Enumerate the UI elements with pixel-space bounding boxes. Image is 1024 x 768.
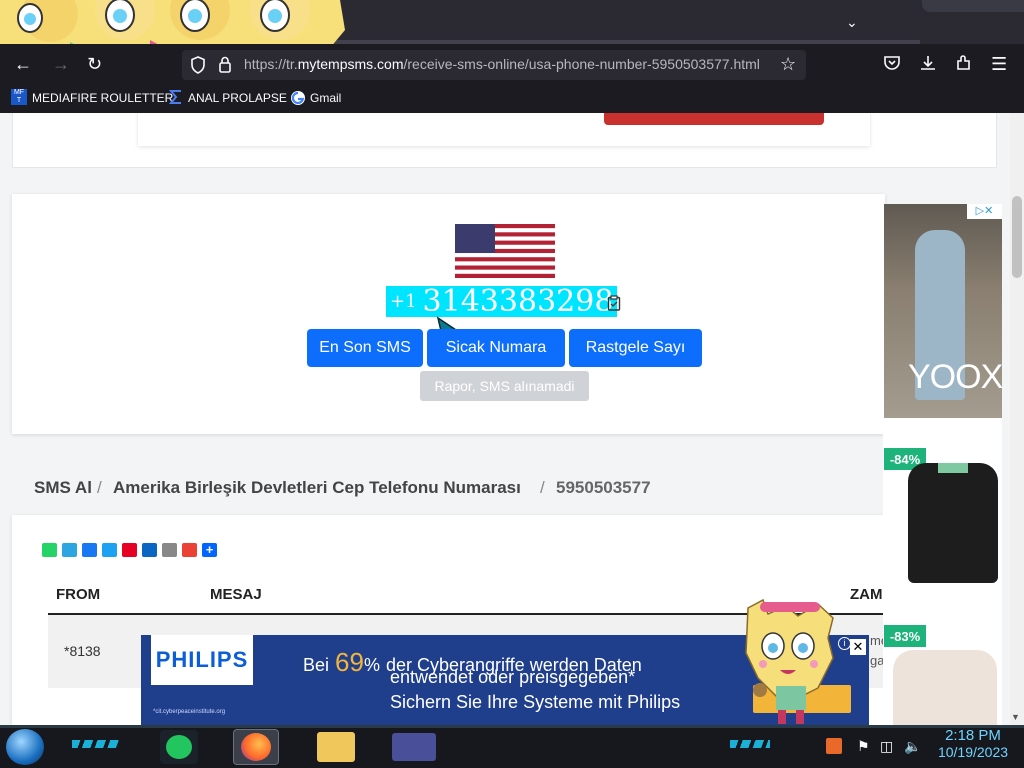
share-more-icon[interactable]: + (202, 543, 217, 557)
start-orb-icon[interactable] (6, 729, 44, 765)
extensions-icon[interactable] (955, 54, 973, 72)
chevron-down-icon[interactable]: ⌄ (846, 12, 858, 32)
taskbar-app-window[interactable] (392, 733, 436, 761)
url-path: /receive-sms-online/usa-phone-number-595… (403, 56, 760, 72)
reload-icon[interactable]: ↻ (87, 54, 102, 74)
facebook-icon[interactable] (82, 543, 97, 557)
url-prefix: https://tr. (244, 56, 298, 72)
bookmark-gmail[interactable]: Gmail (310, 91, 341, 105)
taskbar-top-border (0, 725, 1024, 728)
breadcrumb-home[interactable]: SMS Al (34, 478, 92, 498)
twitter-icon[interactable] (102, 543, 117, 557)
report-button[interactable]: Rapor, SMS alınamadi (420, 371, 589, 401)
hot-number-button[interactable]: Sicak Numara (427, 329, 565, 367)
product-sweater-collar (938, 463, 968, 473)
ad-percent-sign: % (363, 655, 380, 675)
volume-icon[interactable]: 🔈 (904, 736, 921, 756)
breadcrumb-number: 5950503577 (556, 478, 651, 497)
taskbar-clock[interactable]: 2:18 PM 10/19/2023 (930, 727, 1016, 761)
ad-line-2: entwendet oder preisgegeben* (390, 667, 636, 687)
philips-logo: PHILIPS (151, 635, 253, 685)
discount-badge-2: -83% (884, 625, 926, 647)
product-sweater[interactable] (908, 463, 998, 583)
url-text[interactable]: https://tr.mytempsms.com/receive-sms-onl… (244, 56, 760, 72)
mediafire-icon: MF T (11, 89, 27, 105)
taskbar-decoration-left (72, 740, 120, 748)
menu-hamburger-icon[interactable]: ☰ (991, 54, 1007, 74)
url-domain: mytempsms.com (297, 56, 404, 72)
adchoices-icon[interactable]: ▷✕ (967, 204, 1002, 219)
phone-number: 3143383298 (422, 284, 614, 319)
email-icon[interactable] (162, 543, 177, 557)
scroll-down-arrow-icon[interactable]: ▼ (1011, 712, 1020, 722)
window-frame-decoration (922, 0, 1024, 12)
ad-close-icon[interactable]: ✕ (850, 639, 866, 655)
taskbar (0, 725, 1024, 768)
tray-app-icon[interactable] (826, 738, 842, 754)
bookmark-mediafire[interactable]: MEDIAFIRE ROULETTER (32, 91, 173, 105)
phone-number-highlight[interactable]: +1 3143383298 (386, 284, 618, 319)
back-icon[interactable]: ← (14, 54, 32, 74)
us-flag-icon (455, 224, 555, 278)
shield-icon[interactable] (190, 56, 206, 74)
notes-app-icon (166, 735, 192, 759)
telegram-icon[interactable] (62, 543, 77, 557)
clock-date: 10/19/2023 (937, 744, 1009, 760)
header-from: FROM (56, 586, 101, 603)
product-shirt[interactable] (893, 650, 997, 725)
firefox-icon (241, 733, 271, 761)
clock-time: 2:18 PM (945, 727, 1001, 744)
flag-icon[interactable]: ⚑ (857, 736, 870, 756)
ad-source-note: *cit.cyberpeaceinstitute.org (153, 709, 226, 715)
random-number-button[interactable]: Rastgele Sayı (569, 329, 702, 367)
file-explorer-icon[interactable] (317, 732, 355, 762)
bookmark-anal-prolapse[interactable]: ANAL PROLAPSE (188, 91, 287, 105)
breadcrumb-separator: / (97, 478, 102, 497)
network-icon[interactable]: ◫ (880, 736, 893, 756)
breadcrumb-country[interactable]: Amerika Birleşik Devletleri Cep Telefonu… (113, 478, 521, 498)
top-red-button[interactable] (604, 113, 824, 125)
whatsapp-icon[interactable] (42, 543, 57, 557)
linkedin-icon[interactable] (142, 543, 157, 557)
mascot-sticker-bottom (745, 598, 834, 724)
yoox-logo: YOOX (908, 358, 1003, 396)
download-icon[interactable] (919, 54, 937, 72)
scrollbar-thumb[interactable] (1012, 196, 1022, 278)
forward-icon[interactable]: → (52, 54, 70, 74)
country-code: +1 (390, 291, 417, 312)
sigma-icon (168, 90, 181, 104)
row-from: *8138 (64, 643, 101, 659)
taskbar-decoration-right (730, 740, 770, 748)
ad-percent: 69 (335, 647, 364, 677)
pocket-icon[interactable] (883, 55, 901, 71)
ad-line-3: Sichern Sie Ihre Systeme mit Philips (390, 692, 681, 712)
google-icon (291, 91, 305, 105)
pinterest-icon[interactable] (122, 543, 137, 557)
header-message: MESAJ (210, 586, 262, 603)
breadcrumb-separator-2: / (540, 478, 545, 497)
lock-icon[interactable] (218, 56, 232, 73)
ad-line1-pre: Bei (303, 655, 330, 675)
clipboard-icon[interactable] (607, 295, 621, 311)
bookmark-star-icon[interactable]: ☆ (780, 54, 796, 74)
gmail-icon[interactable] (182, 543, 197, 557)
latest-sms-button[interactable]: En Son SMS (307, 329, 423, 367)
header-time: ZAM (850, 586, 883, 603)
